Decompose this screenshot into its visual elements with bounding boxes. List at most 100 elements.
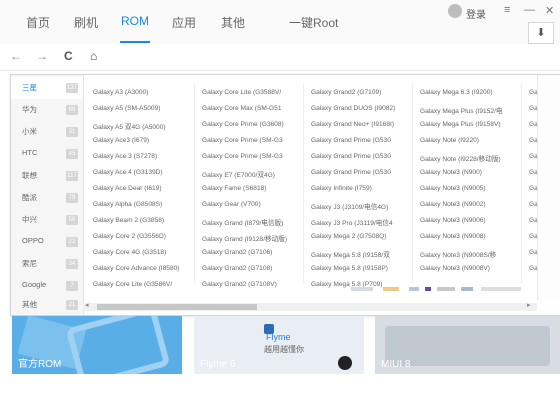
model-item[interactable]: Galaxy Ace3 (I679) — [87, 133, 193, 149]
brand-item-samsung[interactable]: 三星 137 — [11, 77, 83, 99]
brand-item-htc[interactable]: HTC 45 — [11, 143, 83, 165]
model-item[interactable]: Galaxy Fame (S6818) — [196, 181, 302, 197]
model-item[interactable]: Galaxy Note3 (N9005) — [414, 181, 520, 197]
model-item[interactable]: Galaxy Grand Prime (G530 — [305, 149, 411, 165]
home-icon[interactable]: ⌂ — [90, 49, 97, 63]
menu-icon[interactable]: ≡ — [504, 4, 510, 16]
scroll-left-icon[interactable]: ◂ — [85, 301, 89, 309]
model-item[interactable]: Galaxy A5 (SM-A5009) — [87, 101, 193, 117]
rom-card-official[interactable]: 官方ROM — [12, 316, 182, 374]
close-icon[interactable]: ✕ — [545, 4, 554, 17]
download-icon[interactable]: ⬇ — [528, 22, 554, 44]
model-item[interactable]: Galaxy Grand (I879/电信版) — [196, 213, 302, 229]
model-label: Galaxy Note3 (N9008V) — [420, 265, 491, 272]
model-item[interactable]: Galaxy Mega 5.8 (I9158P) — [305, 261, 411, 277]
brand-item-xiaomi[interactable]: 小米 31 — [11, 121, 83, 143]
tab-one-click-root[interactable]: 一键Root — [289, 14, 338, 31]
brand-item-sony[interactable]: 索尼 34 — [11, 253, 83, 275]
model-item[interactable]: Galaxy Core Advance (I8580) — [87, 261, 193, 277]
model-item[interactable]: Galaxy J3 (J3109/电信4G) — [305, 197, 411, 213]
model-item[interactable]: Galaxy Note3 (N9008V) — [414, 261, 520, 277]
model-item[interactable]: Galaxy — [523, 149, 537, 165]
user-avatar-icon[interactable] — [448, 4, 462, 18]
model-item[interactable]: Galaxy Grand (I9128/移动版) — [196, 229, 302, 245]
refresh-icon[interactable]: C — [64, 49, 73, 63]
model-item[interactable]: Galaxy A3 (A3000) — [87, 85, 193, 101]
scrollbar-thumb[interactable] — [97, 304, 257, 310]
model-item[interactable]: Galaxy Note3 (N9002) — [414, 197, 520, 213]
model-item[interactable]: Galaxy Core 2 (G3556D) — [87, 229, 193, 245]
model-item[interactable]: Galaxy Grand2 (G7106) — [196, 245, 302, 261]
scroll-right-icon[interactable]: ▸ — [527, 301, 531, 309]
forward-arrow-icon[interactable]: → — [36, 49, 48, 63]
model-item[interactable]: Galaxy Grand2 (G7108) — [196, 261, 302, 277]
model-item[interactable]: Galaxy A5 双4G (A5000) — [87, 117, 193, 133]
model-item[interactable]: Galaxy Grand DUOS (I9082) — [305, 101, 411, 117]
model-item[interactable]: Galaxy Core Lite (G3586V/ — [87, 277, 193, 293]
horizontal-scrollbar[interactable]: ◂ ▸ — [83, 301, 537, 311]
model-item[interactable]: Galaxy Infinite (I759) — [305, 181, 411, 197]
model-item[interactable]: Galaxy Mega Plus (I9158V) — [414, 117, 520, 133]
model-item[interactable]: Galaxy Note3 (N900) — [414, 165, 520, 181]
model-item[interactable]: Galaxy Alpha (G8508S) — [87, 197, 193, 213]
model-item[interactable]: Galaxy Core 4G (G3518) — [87, 245, 193, 261]
tab-apps[interactable]: 应用 — [172, 14, 196, 31]
model-label: Galaxy Core Lite (G3586V/ — [93, 281, 173, 288]
brand-item-lenovo[interactable]: 联想 117 — [11, 165, 83, 187]
model-item[interactable]: Galaxy Mega 2 (G7508Q) — [305, 229, 411, 245]
model-item[interactable]: Galaxy Mega 6.3 (I9200) — [414, 85, 520, 101]
model-item[interactable]: Galaxy Note (I9228/移动版) — [414, 149, 520, 165]
model-item[interactable]: Galaxy Beam 2 (G3858) — [87, 213, 193, 229]
model-item[interactable]: Galaxy — [523, 261, 537, 277]
model-item[interactable]: Galaxy Grand2 (G7108V) — [196, 277, 302, 293]
model-item[interactable]: Galaxy Core Lite (G3588V/ — [196, 85, 302, 101]
rom-card-miui[interactable]: MIUI 8 — [375, 316, 560, 374]
brand-item-other[interactable]: 其他 21 — [11, 294, 83, 316]
model-item[interactable]: Galaxy Core Prime (SM-G3 — [196, 133, 302, 149]
model-item[interactable]: Galaxy — [523, 85, 537, 101]
brand-item-zte[interactable]: 中兴 56 — [11, 209, 83, 231]
model-label: Galaxy Note3 (N9002) — [420, 201, 486, 208]
brand-item-huawei[interactable]: 华为 66 — [11, 99, 83, 121]
model-item[interactable]: Galaxy E7 (E7000/双4G) — [196, 165, 302, 181]
brand-item-coolpad[interactable]: 酷派 78 — [11, 187, 83, 209]
model-item[interactable]: Galaxy J3 Pro (J3119/电信4 — [305, 213, 411, 229]
model-item[interactable]: Galaxy Mega 5.8 (I9158/双 — [305, 245, 411, 261]
rom-card-flyme[interactable]: Flyme 越用越懂你 Flyme 6 — [194, 316, 364, 374]
model-item[interactable]: Galaxy — [523, 117, 537, 133]
model-item[interactable]: Galaxy Ace 3 (S7278) — [87, 149, 193, 165]
model-item[interactable]: Galaxy Note3 (N9008) — [414, 229, 520, 245]
model-item[interactable]: Galaxy Core Prime (SM-G3 — [196, 149, 302, 165]
model-item[interactable]: Galaxy Note (I9220) — [414, 133, 520, 149]
model-item[interactable]: Galaxy — [523, 213, 537, 229]
model-item[interactable]: Galaxy — [523, 197, 537, 213]
tab-flash[interactable]: 刷机 — [74, 14, 98, 31]
vertical-scrollbar[interactable] — [537, 75, 560, 300]
model-item[interactable]: Galaxy Grand Neo+ (I9168I) — [305, 117, 411, 133]
model-item[interactable]: Galaxy — [523, 181, 537, 197]
model-item[interactable]: Galaxy Mega Plus (I9152/电 — [414, 101, 520, 117]
model-item[interactable]: Galaxy — [523, 165, 537, 181]
model-item[interactable]: Galaxy Gear (V700) — [196, 197, 302, 213]
tab-rom[interactable]: ROM — [121, 14, 149, 28]
login-link[interactable]: 登录 — [466, 6, 486, 21]
model-item[interactable]: Galaxy — [523, 229, 537, 245]
model-item[interactable]: Galaxy Grand Prime (G530 — [305, 133, 411, 149]
model-item[interactable]: Galaxy Core Prime (G3608) — [196, 117, 302, 133]
model-item[interactable]: Galaxy Note3 (N9006) — [414, 213, 520, 229]
model-item[interactable]: Galaxy Note3 (N9008S/移 — [414, 245, 520, 261]
model-item[interactable]: Galaxy Grand2 (G7109) — [305, 85, 411, 101]
model-item[interactable]: Galaxy — [523, 245, 537, 261]
model-item[interactable]: Galaxy Ace 4 (G3139D) — [87, 165, 193, 181]
back-arrow-icon[interactable]: ← — [10, 49, 22, 63]
model-item[interactable]: Galaxy Ace Dear (I619) — [87, 181, 193, 197]
model-item[interactable]: Galaxy — [523, 133, 537, 149]
model-item[interactable]: Galaxy Core Max (SM-G51 — [196, 101, 302, 117]
minimize-icon[interactable]: — — [524, 4, 535, 16]
brand-item-oppo[interactable]: OPPO 22 — [11, 231, 83, 253]
tab-other[interactable]: 其他 — [221, 14, 245, 31]
model-item[interactable]: Galaxy Grand Prime (G530 — [305, 165, 411, 181]
tab-home[interactable]: 首页 — [26, 14, 50, 31]
model-item[interactable]: Galaxy — [523, 101, 537, 117]
model-label: Galaxy Mega Plus (I9158V) — [420, 121, 501, 128]
